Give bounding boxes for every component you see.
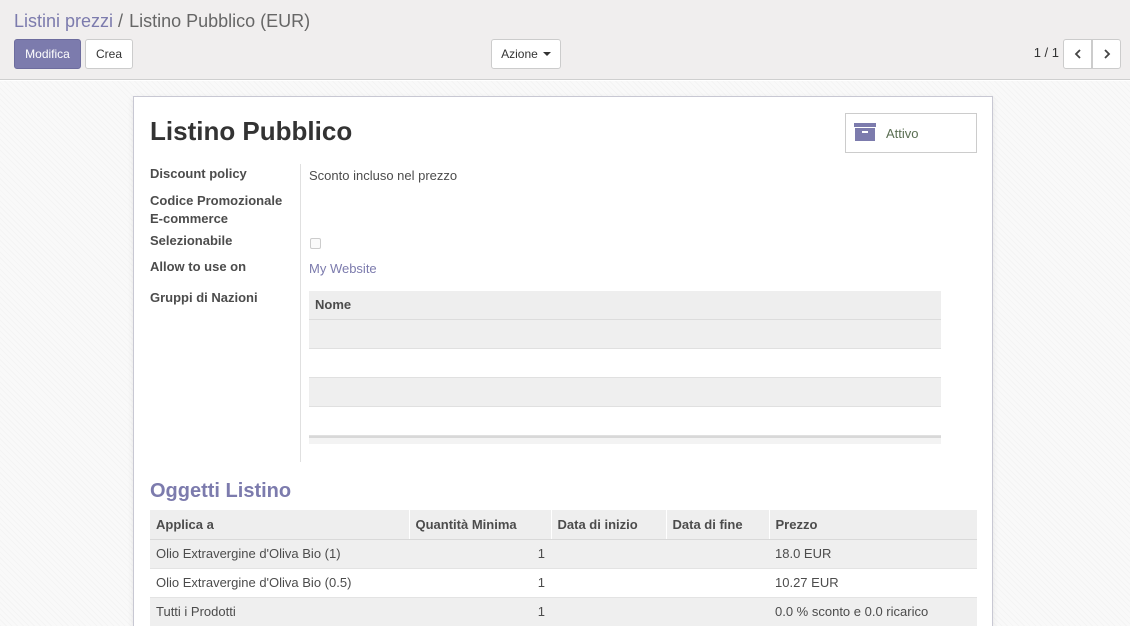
selectable-checkbox[interactable] bbox=[310, 238, 321, 249]
cell-apply-to: Olio Extravergine d'Oliva Bio (1) bbox=[150, 539, 409, 569]
chevron-right-icon bbox=[1103, 49, 1110, 59]
pricelist-items-title: Oggetti Listino bbox=[150, 480, 292, 502]
country-groups-label: Gruppi di Nazioni bbox=[150, 290, 258, 305]
column-header-start-date[interactable]: Data di inizio bbox=[551, 510, 667, 540]
discount-policy-label: Discount policy bbox=[150, 166, 247, 181]
cell-apply-to: Olio Extravergine d'Oliva Bio (0.5) bbox=[150, 568, 409, 598]
cell-min-quantity: 1 bbox=[409, 597, 551, 626]
promo-code-label-line1: Codice Promozionale bbox=[150, 193, 283, 208]
cell-start-date bbox=[551, 597, 666, 626]
country-groups-table: Nome bbox=[309, 291, 941, 444]
cell-price: 10.27 EUR bbox=[769, 568, 977, 598]
allow-use-website-link[interactable]: My Website bbox=[309, 260, 377, 278]
archive-icon bbox=[854, 123, 876, 141]
column-header-apply-to[interactable]: Applica a bbox=[150, 510, 410, 540]
breadcrumb-separator: / bbox=[118, 11, 124, 31]
cell-min-quantity: 1 bbox=[409, 539, 551, 569]
table-footer bbox=[309, 436, 941, 444]
cell-start-date bbox=[551, 568, 666, 598]
record-title: Listino Pubblico bbox=[150, 116, 353, 146]
active-toggle-button[interactable]: Attivo bbox=[845, 113, 977, 153]
table-row bbox=[309, 378, 941, 407]
table-row[interactable]: Olio Extravergine d'Oliva Bio (1) 1 18.0… bbox=[150, 539, 977, 569]
table-row bbox=[309, 407, 941, 436]
breadcrumb: Listini prezzi / Listino Pubblico (EUR) bbox=[14, 11, 310, 32]
cell-end-date bbox=[666, 539, 769, 569]
promo-code-label-line2: E-commerce bbox=[150, 211, 229, 226]
table-header-row: Applica a Quantità Minima Data di inizio… bbox=[150, 510, 977, 540]
active-toggle-label: Attivo bbox=[886, 126, 919, 141]
cell-price: 0.0 % sconto e 0.0 ricarico bbox=[769, 597, 977, 626]
cell-end-date bbox=[666, 568, 769, 598]
cell-price: 18.0 EUR bbox=[769, 539, 977, 569]
pricelist-items-table: Applica a Quantità Minima Data di inizio… bbox=[150, 510, 977, 626]
pager-next-button[interactable] bbox=[1092, 39, 1121, 69]
chevron-left-icon bbox=[1074, 49, 1081, 59]
cell-end-date bbox=[666, 597, 769, 626]
discount-policy-value: Sconto incluso nel prezzo bbox=[309, 168, 458, 183]
edit-button-label: Modifica bbox=[25, 47, 70, 61]
pager-previous-button[interactable] bbox=[1063, 39, 1092, 69]
cell-start-date bbox=[551, 539, 666, 569]
selectable-label: Selezionabile bbox=[150, 233, 233, 248]
pager-value[interactable]: 1 / 1 bbox=[1034, 45, 1059, 60]
form-view-content: Attivo Listino Pubblico Discount policy … bbox=[0, 81, 1130, 626]
action-dropdown-label: Azione bbox=[501, 47, 538, 61]
table-row bbox=[309, 320, 941, 349]
allow-use-label: Allow to use on bbox=[150, 259, 247, 274]
control-panel: Listini prezzi / Listino Pubblico (EUR) Mo… bbox=[0, 0, 1130, 80]
create-button[interactable]: Crea bbox=[85, 39, 133, 69]
field-divider bbox=[300, 164, 301, 462]
cell-min-quantity: 1 bbox=[409, 568, 551, 598]
column-header-min-quantity[interactable]: Quantità Minima bbox=[409, 510, 552, 540]
table-row[interactable]: Tutti i Prodotti 1 0.0 % sconto e 0.0 ri… bbox=[150, 597, 977, 626]
breadcrumb-current: Listino Pubblico (EUR) bbox=[129, 11, 311, 31]
column-header-end-date[interactable]: Data di fine bbox=[666, 510, 770, 540]
form-sheet: Attivo Listino Pubblico Discount policy … bbox=[133, 96, 993, 626]
action-dropdown[interactable]: Azione bbox=[491, 39, 561, 69]
country-groups-header-name[interactable]: Nome bbox=[309, 291, 941, 320]
column-header-price[interactable]: Prezzo bbox=[769, 510, 977, 540]
caret-down-icon bbox=[542, 52, 551, 56]
cell-apply-to: Tutti i Prodotti bbox=[150, 597, 409, 626]
table-row bbox=[309, 349, 941, 378]
create-button-label: Crea bbox=[95, 47, 122, 61]
breadcrumb-parent-link[interactable]: Listini prezzi bbox=[14, 11, 113, 31]
table-row[interactable]: Olio Extravergine d'Oliva Bio (0.5) 1 10… bbox=[150, 568, 977, 598]
edit-button[interactable]: Modifica bbox=[14, 39, 81, 69]
